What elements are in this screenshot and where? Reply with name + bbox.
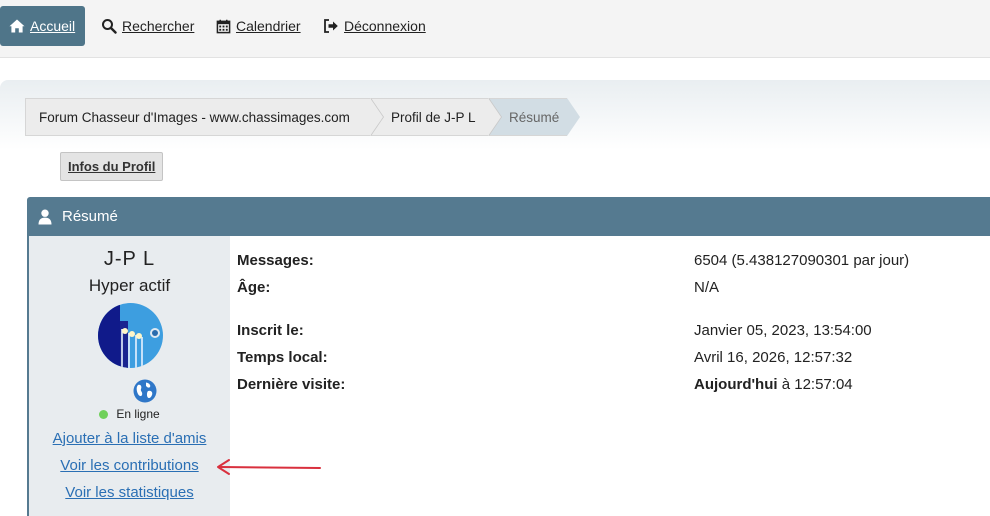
age-value: N/A [694,279,720,296]
logout-icon [323,18,339,34]
registered-value: Janvier 05, 2023, 13:54:00 [694,322,872,339]
nav-logout-button[interactable]: Déconnexion [323,6,426,46]
breadcrumb-current-label: Résumé [509,109,560,125]
last-visit-day: Aujourd'hui [694,376,778,393]
online-status-label: En ligne [116,407,160,421]
profile-info-button[interactable]: Infos du Profil [60,152,164,181]
summary-panel-title: Résumé [62,208,118,225]
registered-label: Inscrit le: [237,322,304,339]
last-visit-value: Aujourd'hui à 12:57:04 [694,376,853,393]
age-label: Âge: [237,279,271,296]
nav-logout-label: Déconnexion [344,18,426,34]
last-visit-time: à 12:57:04 [777,376,853,393]
calendar-icon [215,18,231,34]
profile-sidebar: J-P L Hyper actif En ligne Ajouter à la … [29,236,230,516]
breadcrumb-profile[interactable]: Profil de J-P L [370,98,502,136]
globe-icon[interactable] [133,379,157,403]
nav-home-label: Accueil [30,18,76,34]
annotation-arrow-icon [213,456,323,478]
breadcrumb-forum[interactable]: Forum Chasseur d'Images - www.chassimage… [25,98,384,136]
user-rank: Hyper actif [88,276,171,295]
nav-calendar-button[interactable]: Calendrier [215,6,301,46]
messages-value: 6504 (5.438127090301 par jour) [694,252,910,269]
nav-calendar-label: Calendrier [236,18,301,34]
messages-label: Messages: [237,252,314,269]
nav-search-button[interactable]: Rechercher [101,6,194,46]
local-time-label: Temps local: [237,349,328,366]
breadcrumb-forum-label: Forum Chasseur d'Images - www.chassimage… [39,109,350,125]
user-icon [38,209,54,225]
breadcrumb-profile-label: Profil de J-P L [391,109,476,125]
summary-panel-header: Résumé [27,197,990,236]
local-time-value: Avril 16, 2026, 12:57:32 [694,349,853,366]
summary-panel-body: J-P L Hyper actif En ligne Ajouter à la … [27,236,990,516]
nav-home-button[interactable]: Accueil [0,6,85,46]
view-contributions-link[interactable]: Voir les contributions [29,457,230,474]
avatar [98,303,163,368]
top-navigation: Accueil Rechercher Calendrier Déconnexio… [0,0,990,58]
online-dot-icon [99,409,109,419]
search-icon [101,18,117,34]
breadcrumb: Forum Chasseur d'Images - www.chassimage… [25,98,580,136]
nav-search-label: Rechercher [122,18,195,34]
last-visit-label: Dernière visite: [237,376,346,393]
online-status: En ligne [29,407,230,421]
home-icon [9,18,25,34]
add-friend-link[interactable]: Ajouter à la liste d'amis [29,430,230,447]
view-stats-link[interactable]: Voir les statistiques [29,484,230,501]
username: J-P L [103,248,156,270]
